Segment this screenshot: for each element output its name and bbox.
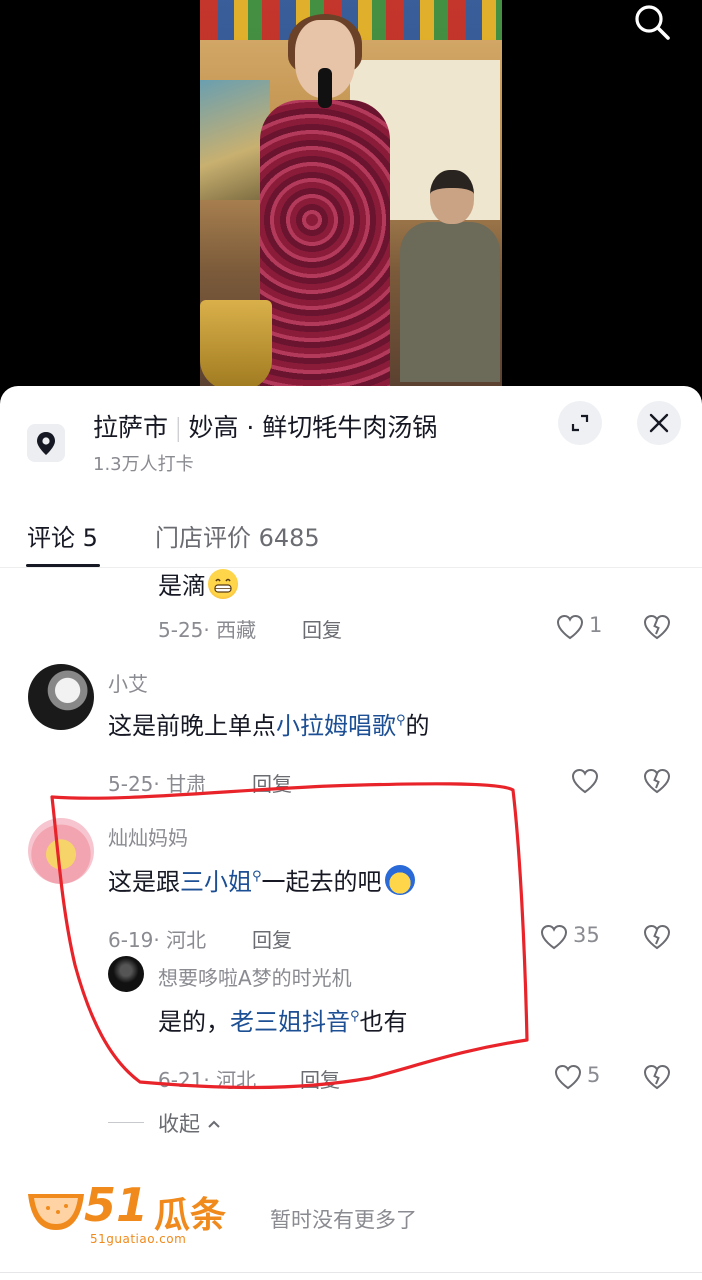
grin-emoji — [208, 569, 238, 599]
comment-list: 是滴 5-25· 西藏 回复 1 小艾 这是前晚上单点小拉姆唱歌⚲的 5-25·… — [0, 568, 702, 1280]
comment-text-before: 这是前晚上单点 — [108, 712, 276, 740]
comment-username[interactable]: 想要哆啦A梦的时光机 — [158, 962, 352, 991]
comment-username[interactable]: 小艾 — [108, 668, 148, 697]
search-link[interactable]: 小拉姆唱歌⚲ — [276, 712, 406, 740]
collapse-button[interactable] — [558, 401, 602, 445]
watermelon-icon — [28, 1194, 84, 1230]
reply-button[interactable]: 回复 — [252, 768, 292, 797]
heart-break-icon — [643, 614, 671, 640]
comment-date: 5-25 — [108, 772, 154, 796]
comment-region: 西藏 — [216, 618, 257, 642]
comment-date: 5-25 — [158, 618, 204, 642]
collapse-divider — [108, 1122, 144, 1123]
search-button[interactable] — [630, 0, 674, 44]
avatar[interactable] — [28, 664, 94, 730]
comment-region: 河北 — [166, 928, 207, 952]
search-link-label: 三小姐 — [180, 868, 252, 896]
watermark-url: 51guatiao.com — [90, 1232, 187, 1246]
comment-date: 6-21 — [158, 1068, 204, 1092]
comment-date: 6-19 — [108, 928, 154, 952]
tab-comments[interactable]: 评论 5 — [27, 518, 98, 553]
like-button[interactable] — [570, 766, 604, 796]
bottom-divider — [0, 1272, 702, 1273]
tab-store-reviews[interactable]: 门店评价 6485 — [155, 518, 320, 553]
comment-text: 是滴 — [158, 568, 238, 601]
location-city: 拉萨市 — [93, 413, 169, 442]
close-icon — [649, 413, 669, 433]
watermark-number: 51 — [84, 1178, 149, 1232]
comment-region: 河北 — [216, 1068, 257, 1092]
comment-text: 这是前晚上单点小拉姆唱歌⚲的 — [108, 706, 430, 741]
video-player[interactable] — [0, 0, 702, 400]
watermark-logo: 51 瓜条 51guatiao.com — [24, 1178, 244, 1250]
checkin-count: 1.3万人打卡 — [93, 454, 194, 475]
comment-meta: 6-19· 河北 — [108, 928, 207, 952]
video-person-seated — [400, 170, 500, 382]
comment-text-before: 这是跟 — [108, 868, 180, 896]
comment-username[interactable]: 灿灿妈妈 — [108, 822, 188, 851]
search-icon: ⚲ — [252, 869, 262, 884]
location-header[interactable]: 拉萨市 | 妙高 · 鲜切牦牛肉汤锅 1.3万人打卡 — [0, 386, 702, 496]
comment-meta: 5-25· 甘肃 — [108, 772, 207, 796]
dislike-button[interactable] — [642, 1062, 672, 1092]
microphone — [318, 68, 332, 108]
video-frame — [200, 0, 502, 390]
search-link-label: 老三姐抖音 — [230, 1008, 350, 1036]
heart-icon — [540, 924, 568, 950]
comment-text: 是的，老三姐抖音⚲也有 — [158, 1002, 408, 1037]
like-count: 1 — [589, 613, 603, 637]
like-count: 35 — [573, 923, 600, 947]
comment-meta: 6-21· 河北 — [158, 1068, 257, 1092]
like-button[interactable]: 35 — [539, 922, 609, 952]
video-hotpot — [200, 300, 272, 390]
close-button[interactable] — [637, 401, 681, 445]
no-more-text: 暂时没有更多了 — [270, 1208, 417, 1232]
location-shop: 妙高 · 鲜切牦牛肉汤锅 — [188, 413, 438, 442]
comment-text: 这是跟三小姐⚲一起去的吧 — [108, 862, 415, 897]
comment-text-before: 是的， — [158, 1008, 230, 1036]
active-tab-indicator — [26, 564, 100, 567]
title-separator: | — [174, 413, 183, 442]
heart-icon — [554, 1064, 582, 1090]
heart-break-icon — [643, 1064, 671, 1090]
like-button[interactable]: 5 — [553, 1062, 609, 1092]
comment-region: 甘肃 — [166, 772, 207, 796]
reply-button[interactable]: 回复 — [300, 1064, 340, 1093]
search-link[interactable]: 老三姐抖音⚲ — [230, 1008, 360, 1036]
comment-text-after: 的 — [405, 712, 430, 740]
avatar[interactable] — [28, 818, 94, 884]
location-pin-icon — [27, 424, 65, 462]
search-link[interactable]: 三小姐⚲ — [180, 868, 262, 896]
dislike-button[interactable] — [642, 766, 672, 796]
comment-meta: 5-25· 西藏 — [158, 618, 257, 642]
video-singer — [260, 14, 390, 390]
location-title: 拉萨市 | 妙高 · 鲜切牦牛肉汤锅 — [93, 408, 437, 444]
collapse-label: 收起 — [158, 1108, 221, 1138]
comment-text-after: 也有 — [359, 1008, 408, 1036]
heart-icon — [556, 614, 584, 640]
search-icon — [635, 5, 670, 40]
dislike-button[interactable] — [642, 612, 672, 642]
heart-break-icon — [643, 924, 671, 950]
avatar[interactable] — [108, 956, 144, 992]
search-icon: ⚲ — [396, 713, 406, 728]
heart-icon — [571, 768, 599, 794]
dislike-button[interactable] — [642, 922, 672, 952]
tab-bar: 评论 5 门店评价 6485 — [0, 504, 702, 568]
chevron-up-icon — [207, 1120, 220, 1128]
reply-button[interactable]: 回复 — [252, 924, 292, 953]
comment-text-content: 是滴 — [158, 572, 206, 600]
like-button[interactable]: 1 — [555, 612, 615, 642]
search-icon: ⚲ — [350, 1009, 360, 1024]
like-count: 5 — [587, 1063, 601, 1087]
shocked-emoji — [384, 865, 415, 895]
watermark-text: 瓜条 — [154, 1195, 227, 1236]
comment-text-after: 一起去的吧 — [261, 868, 382, 896]
collapse-icon — [571, 414, 589, 432]
search-link-label: 小拉姆唱歌 — [276, 712, 396, 740]
comments-sheet: 拉萨市 | 妙高 · 鲜切牦牛肉汤锅 1.3万人打卡 评论 5 门店评价 6485 … — [0, 386, 702, 1280]
heart-break-icon — [643, 768, 671, 794]
reply-button[interactable]: 回复 — [302, 614, 342, 643]
